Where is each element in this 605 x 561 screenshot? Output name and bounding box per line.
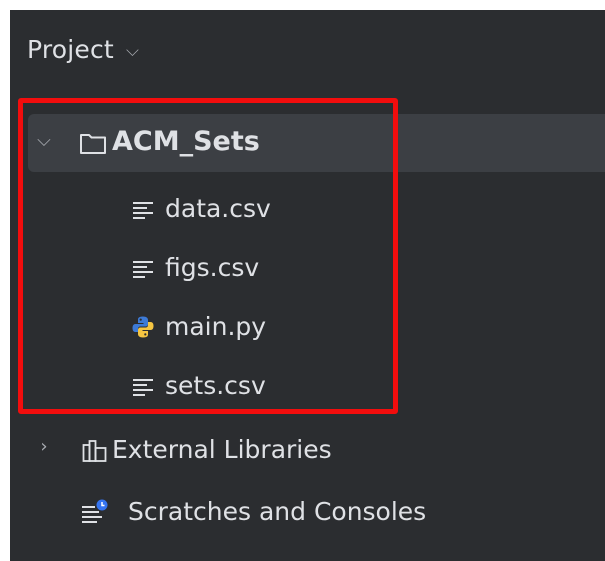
tree-item-label: ACM_Sets — [112, 126, 260, 157]
text-file-icon — [132, 199, 154, 221]
tree-item-figs-csv[interactable]: figs.csv — [10, 240, 605, 298]
panel-title: Project — [27, 34, 114, 64]
tree-item-label: Scratches and Consoles — [128, 497, 427, 526]
text-file-icon — [132, 258, 154, 280]
tree-item-main-py[interactable]: main.py — [10, 299, 605, 357]
tree-item-external-libraries[interactable]: › External Libraries — [10, 422, 605, 480]
text-file-icon — [132, 376, 154, 398]
project-view-selector[interactable]: Project ⌵ — [27, 30, 139, 68]
tree-item-label: data.csv — [165, 194, 271, 223]
tree-item-data-csv[interactable]: data.csv — [10, 181, 605, 239]
tree-item-label: main.py — [165, 312, 267, 341]
tree-item-scratches-and-consoles[interactable]: Scratches and Consoles — [10, 484, 605, 542]
tree-item-label: figs.csv — [165, 253, 260, 282]
chevron-right-icon[interactable]: › — [34, 436, 54, 457]
tree-item-acm-sets[interactable]: ⌵ ACM_Sets — [28, 114, 605, 172]
folder-icon — [78, 129, 108, 157]
project-panel: Project ⌵ ⌵ ACM_Sets data.csv figs.csv m… — [10, 10, 605, 561]
tree-item-label: sets.csv — [165, 371, 266, 400]
python-file-icon — [131, 315, 155, 339]
tree-item-label: External Libraries — [112, 435, 332, 464]
chevron-down-icon[interactable]: ⌵ — [34, 130, 54, 151]
library-icon — [82, 438, 108, 464]
chevron-down-icon: ⌵ — [125, 40, 140, 61]
scratches-icon — [81, 498, 109, 526]
tree-item-sets-csv[interactable]: sets.csv — [10, 358, 605, 416]
